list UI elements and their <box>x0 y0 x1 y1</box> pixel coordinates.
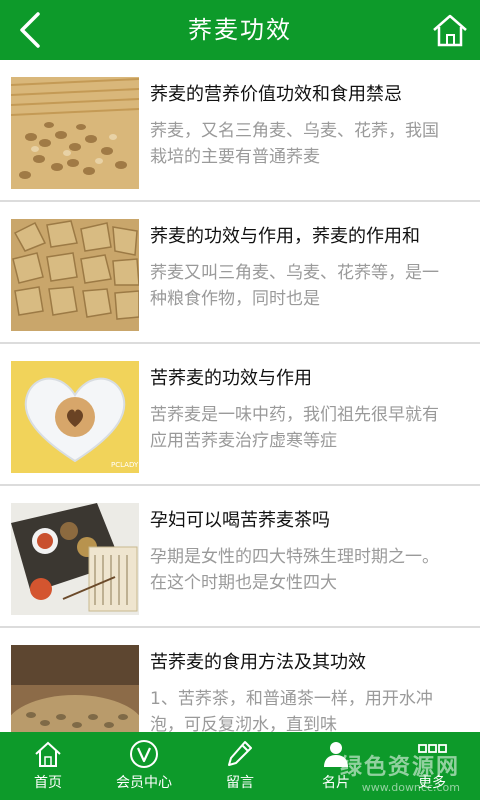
article-title: 孕妇可以喝苦荞麦茶吗 <box>150 510 330 531</box>
nav-message[interactable]: 留言 <box>192 732 288 800</box>
article-snippet: 荞麦，又名三角麦、乌麦、花荞，我国栽培的主要有普通荞麦 <box>150 121 439 167</box>
nav-home-label: 首页 <box>34 775 62 791</box>
list-item[interactable]: 荞麦的功效与作用，荞麦的作用和 荞麦又叫三角麦、乌麦、花荞等，是一种粮食作物，同… <box>0 202 480 344</box>
home-button[interactable] <box>430 10 470 50</box>
article-title: 荞麦的营养价值功效和食用禁忌 <box>150 84 402 105</box>
top-bar: 荞麦功效 <box>0 0 480 60</box>
article-thumbnail <box>11 503 139 615</box>
article-title: 荞麦的功效与作用，荞麦的作用和 <box>150 226 420 247</box>
article-list: 荞麦的营养价值功效和食用禁忌 荞麦，又名三角麦、乌麦、花荞，我国栽培的主要有普通… <box>0 60 480 732</box>
nav-home[interactable]: 首页 <box>0 732 96 800</box>
home-icon <box>433 14 467 47</box>
watermark: 绿色资源网 www.downcc.com <box>339 755 460 794</box>
nav-member-center[interactable]: 会员中心 <box>96 732 192 800</box>
list-item[interactable]: 荞麦的营养价值功效和食用禁忌 荞麦，又名三角麦、乌麦、花荞，我国栽培的主要有普通… <box>0 60 480 202</box>
article-snippet: 1、苦荞茶，和普通茶一样，用开水冲泡，可反复沏水，直到味 <box>150 689 433 732</box>
list-item[interactable]: PCLADY 苦荞麦的功效与作用 苦荞麦是一味中药，我们祖先很早就有应用苦荞麦治… <box>0 344 480 486</box>
article-thumbnail <box>11 645 139 732</box>
article-snippet: 孕期是女性的四大特殊生理时期之一。在这个时期也是女性四大 <box>150 547 439 593</box>
svg-text:PCLADY: PCLADY <box>111 461 139 469</box>
article-snippet: 荞麦又叫三角麦、乌麦、花荞等，是一种粮食作物，同时也是 <box>150 263 439 309</box>
article-thumbnail <box>11 219 139 331</box>
article-thumbnail: PCLADY <box>11 361 139 473</box>
article-snippet: 苦荞麦是一味中药，我们祖先很早就有应用苦荞麦治疗虚寒等症 <box>150 405 439 451</box>
article-title: 苦荞麦的食用方法及其功效 <box>150 652 366 673</box>
home-outline-icon <box>35 741 61 767</box>
page-title: 荞麦功效 <box>188 16 292 44</box>
member-v-icon <box>130 740 158 768</box>
nav-member-label: 会员中心 <box>116 775 172 791</box>
nav-message-label: 留言 <box>226 775 254 791</box>
list-item[interactable]: 苦荞麦的食用方法及其功效 1、苦荞茶，和普通茶一样，用开水冲泡，可反复沏水，直到… <box>0 628 480 732</box>
pencil-icon <box>228 741 252 766</box>
list-item[interactable]: 孕妇可以喝苦荞麦茶吗 孕期是女性的四大特殊生理时期之一。在这个时期也是女性四大 <box>0 486 480 628</box>
article-title: 苦荞麦的功效与作用 <box>150 368 312 389</box>
article-thumbnail <box>11 77 139 189</box>
